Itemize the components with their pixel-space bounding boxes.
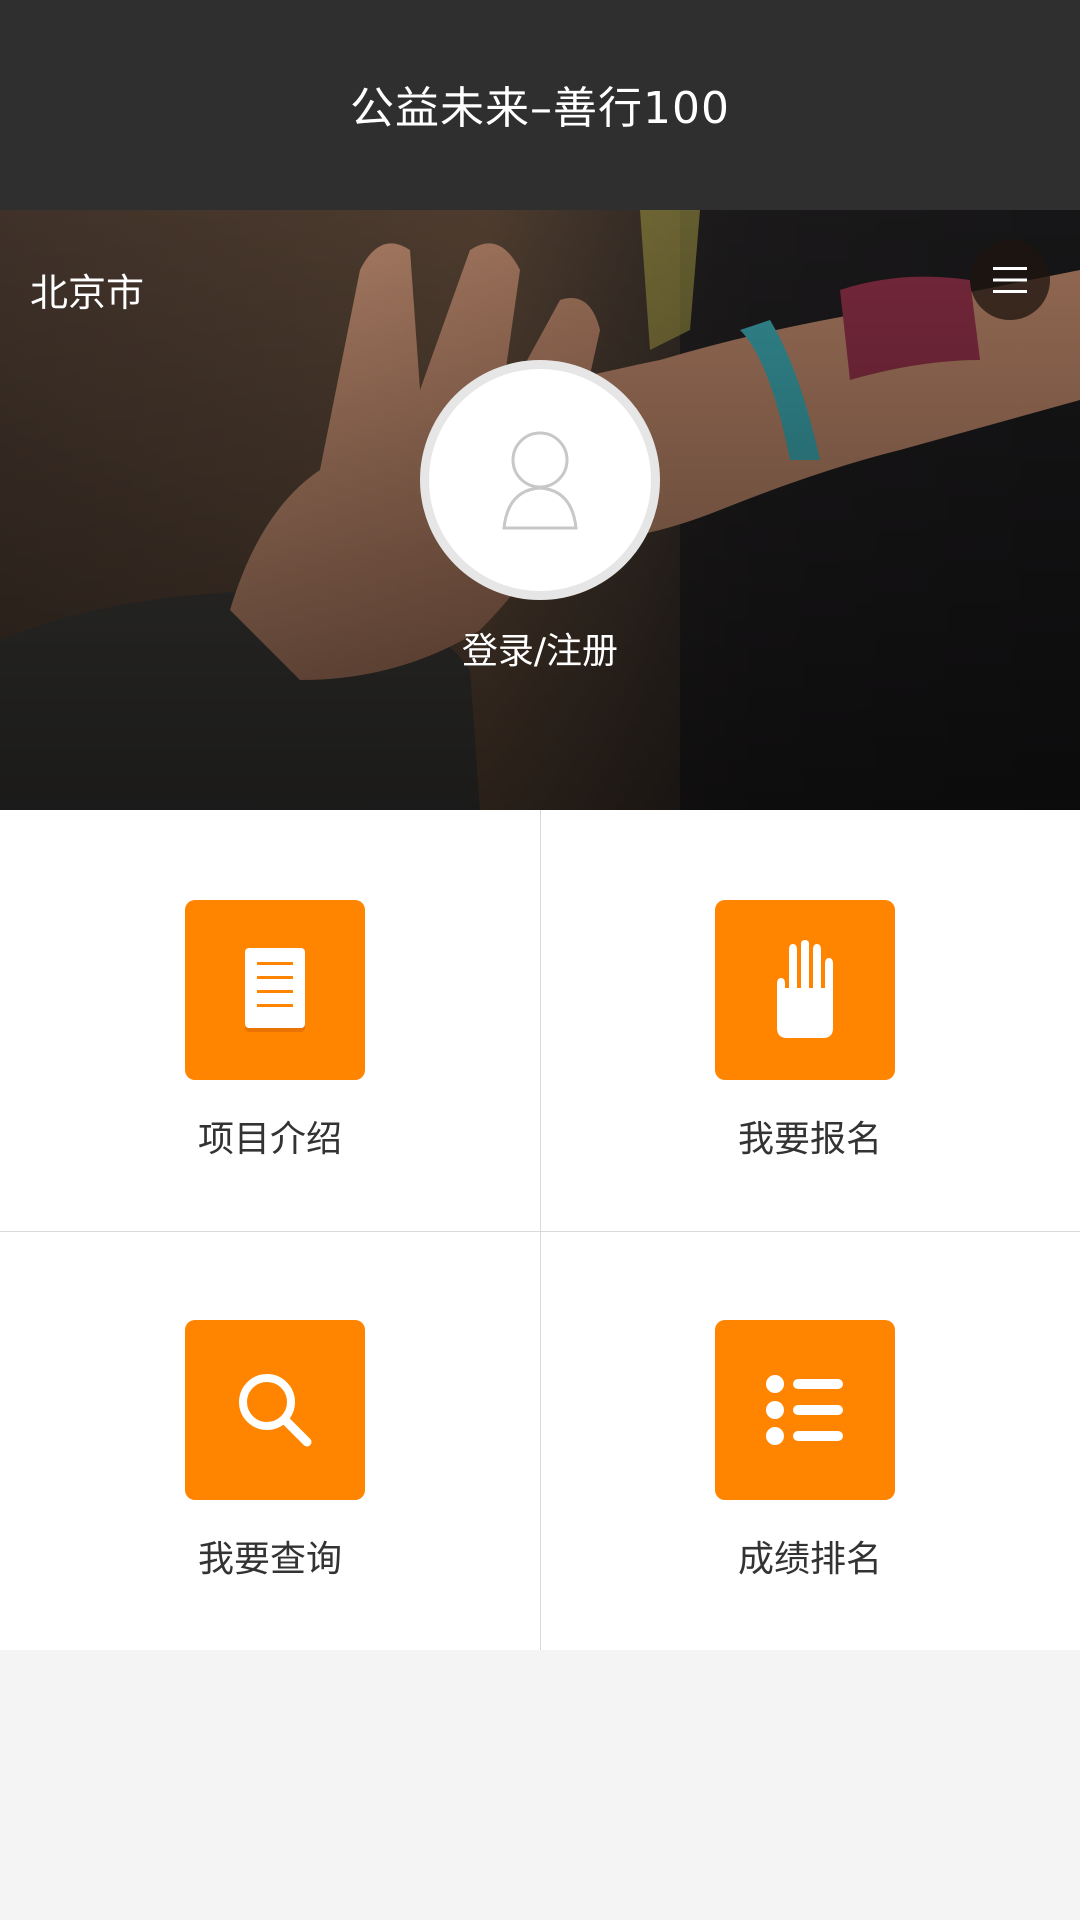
list-icon [766, 1375, 843, 1445]
query-tile [185, 1320, 365, 1500]
avatar-button[interactable] [420, 360, 660, 600]
ranking-tile [715, 1320, 895, 1500]
page-background [0, 1650, 1080, 1920]
project-intro-label: 项目介绍 [197, 1119, 342, 1160]
city-selector[interactable]: 北京市 [30, 262, 144, 317]
document-icon [245, 948, 305, 1032]
ranking-label: 成绩排名 [737, 1539, 882, 1580]
menu-button[interactable] [970, 240, 1050, 320]
sign-up-tile [715, 900, 895, 1080]
query-label: 我要查询 [197, 1539, 342, 1580]
search-icon [239, 1374, 312, 1447]
user-icon [502, 431, 578, 530]
sign-up-label: 我要报名 [737, 1119, 882, 1160]
raised-hand-icon [777, 940, 833, 1038]
app-header: 公益未来–善行100 [0, 0, 1080, 210]
project-intro-tile [185, 900, 365, 1080]
query-button[interactable]: 我要查询 [0, 1230, 540, 1650]
hero-banner: 北京市 登录/注册 [0, 210, 1080, 810]
page-title: 公益未来–善行100 [350, 83, 730, 134]
sign-up-button[interactable]: 我要报名 [540, 810, 1080, 1230]
feature-grid: 项目介绍 我要报名 我要查询 成绩排名 [0, 810, 1080, 1650]
hamburger-icon [993, 267, 1027, 293]
ranking-button[interactable]: 成绩排名 [540, 1230, 1080, 1650]
project-intro-button[interactable]: 项目介绍 [0, 810, 540, 1230]
login-register-link[interactable]: 登录/注册 [0, 622, 1080, 674]
avatar [429, 369, 651, 591]
